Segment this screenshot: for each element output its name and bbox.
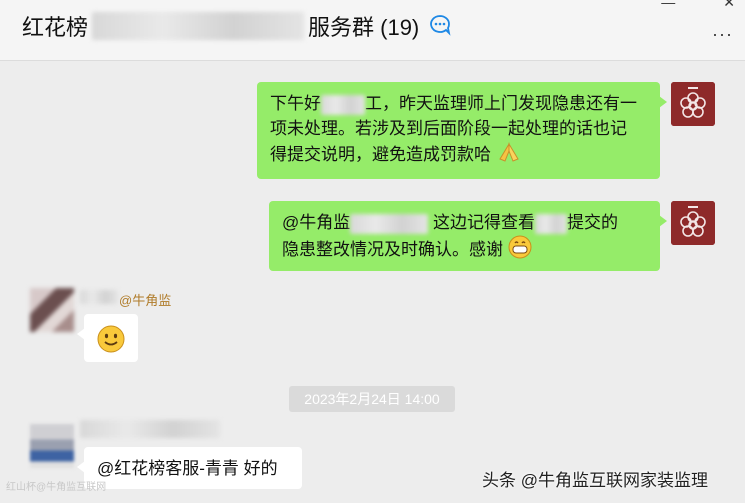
redacted-name bbox=[350, 213, 429, 234]
message-line: 下午好 工，昨天监理师上门发现隐患还有一 bbox=[270, 94, 637, 115]
chat-title-prefix: 红花榜 bbox=[22, 15, 89, 40]
redacted-title-block bbox=[92, 12, 305, 40]
source-watermark: 头条 @牛角监互联网家装监理 bbox=[482, 471, 708, 490]
message-timestamp: 2023年2月24日 14:00 bbox=[289, 386, 455, 412]
redacted-name bbox=[535, 213, 567, 234]
message-line: @牛角监 这边记得查看 提交的 bbox=[282, 213, 618, 234]
chat-header: 红花榜 服务群 (19) — ✕ ··· bbox=[0, 0, 745, 61]
message-line: 隐患整改情况及时确认。感谢 bbox=[282, 235, 647, 266]
window-controls: — ✕ bbox=[661, 0, 735, 11]
redacted-sender-name bbox=[80, 290, 118, 304]
avatar-self[interactable] bbox=[671, 82, 715, 126]
message-line: 项未处理。若涉及到后面阶段一起处理的话也记 bbox=[270, 119, 627, 138]
smiling-face-emoji-icon bbox=[97, 325, 125, 360]
chat-bubble-icon[interactable] bbox=[428, 13, 452, 37]
folded-hands-emoji-icon bbox=[496, 141, 522, 170]
redacted-sender-name bbox=[80, 420, 220, 438]
message-line: 得提交说明，避免造成罚款哈 bbox=[270, 141, 647, 170]
sender-name: @牛角监 bbox=[119, 293, 172, 308]
message-bubble-incoming[interactable]: @红花榜客服-青青 好的 bbox=[77, 447, 302, 489]
minimize-button[interactable]: — bbox=[661, 0, 675, 11]
redacted-name bbox=[321, 94, 365, 115]
avatar-other[interactable] bbox=[30, 288, 74, 332]
message-bubble-incoming[interactable] bbox=[77, 314, 138, 362]
chat-title[interactable]: 红花榜 服务群 (19) bbox=[22, 10, 419, 42]
avatar-other[interactable] bbox=[30, 424, 74, 468]
more-options-button[interactable]: ··· bbox=[712, 24, 733, 45]
message-bubble-outgoing[interactable]: @牛角监 这边记得查看 提交的 隐患整改情况及时确认。感谢 bbox=[269, 201, 667, 271]
avatar-self[interactable] bbox=[671, 201, 715, 245]
corner-watermark: 红山杯@牛角监互联网 bbox=[6, 482, 107, 493]
message-bubble-outgoing[interactable]: 下午好 工，昨天监理师上门发现隐患还有一 项未处理。若涉及到后面阶段一起处理的话也… bbox=[257, 82, 667, 179]
close-button[interactable]: ✕ bbox=[723, 0, 735, 11]
grinning-face-emoji-icon bbox=[508, 235, 532, 266]
chat-title-suffix: 服务群 (19) bbox=[308, 15, 420, 40]
message-text: @红花榜客服-青青 好的 bbox=[97, 459, 278, 478]
